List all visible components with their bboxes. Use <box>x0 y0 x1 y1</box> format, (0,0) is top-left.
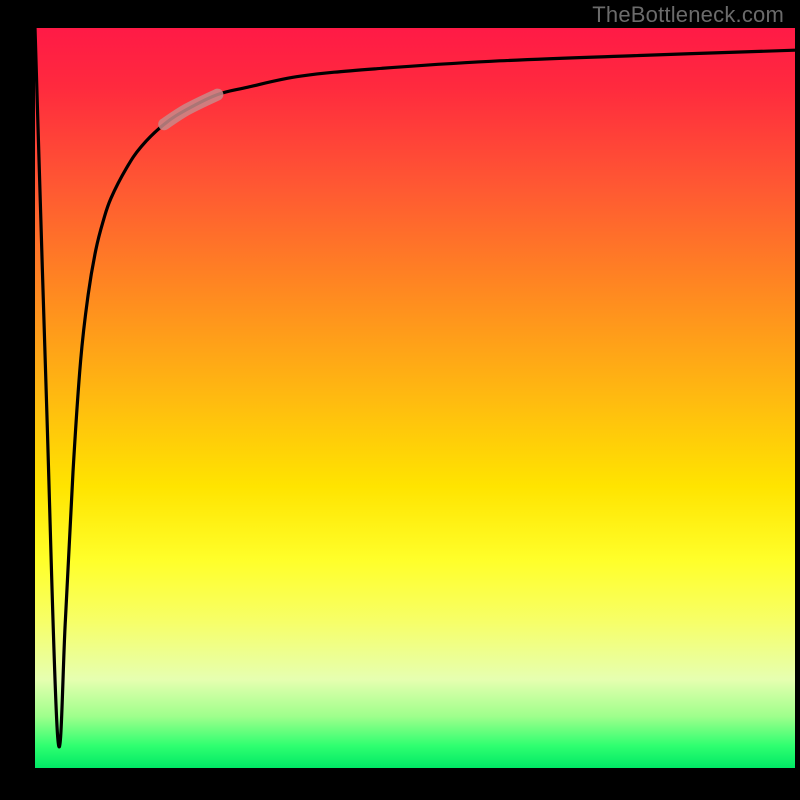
watermark-text: TheBottleneck.com <box>592 2 784 28</box>
chart-frame: TheBottleneck.com <box>0 0 800 800</box>
plot-area <box>35 28 795 768</box>
bottleneck-curve-path <box>35 28 795 747</box>
curve-svg <box>35 28 795 768</box>
highlight-segment <box>164 95 217 125</box>
